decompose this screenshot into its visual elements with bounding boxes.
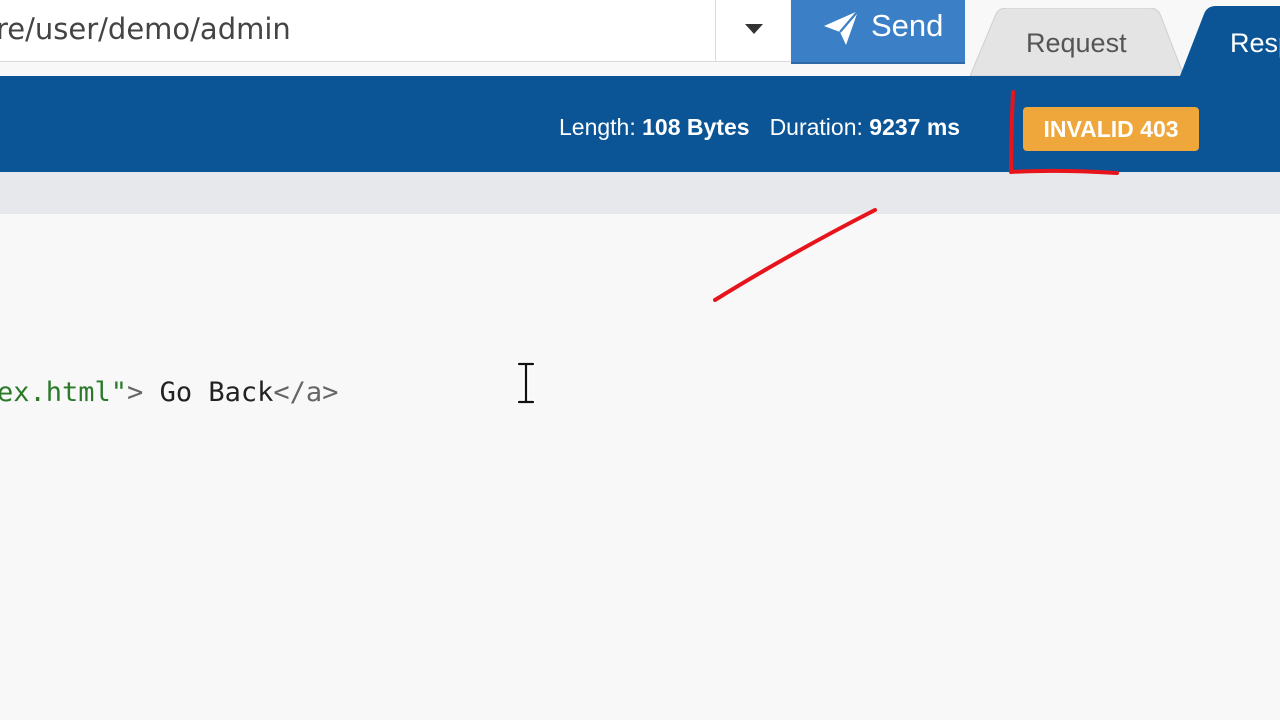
- status-badge: INVALID 403: [1023, 107, 1199, 151]
- paper-plane-icon: [824, 10, 859, 45]
- response-stats: Length: 108 Bytes Duration: 9237 ms: [559, 114, 960, 141]
- code-text: Go Back: [143, 377, 274, 408]
- code-tag-open: >: [127, 377, 144, 408]
- response-status-bar: Length: 108 Bytes Duration: 9237 ms INVAL…: [0, 76, 1280, 172]
- duration-label: Duration:: [769, 114, 863, 140]
- code-string: ex.html": [0, 377, 128, 408]
- response-sub-toolbar: [0, 172, 1280, 214]
- code-tag-close: </a>: [273, 377, 339, 408]
- tab-request[interactable]: Request: [970, 8, 1184, 76]
- tab-request-label: Request: [1026, 28, 1127, 58]
- url-input[interactable]: re/user/demo/admin: [0, 0, 790, 62]
- duration-value: 9237 ms: [869, 114, 961, 140]
- send-button[interactable]: Send: [791, 0, 965, 64]
- response-body[interactable]: ex.html"> Go Back</a>: [0, 214, 1280, 720]
- code-line: ex.html"> Go Back</a>: [0, 377, 338, 408]
- send-button-label: Send: [871, 8, 944, 43]
- tab-response[interactable]: Resp: [1180, 6, 1280, 76]
- text-cursor-icon: [516, 362, 536, 404]
- caret-down-icon: [745, 24, 763, 34]
- page: re/user/demo/admin Send Request Resp Len…: [0, 0, 1280, 720]
- length-value: 108 Bytes: [642, 114, 750, 140]
- length-label: Length:: [559, 114, 636, 140]
- url-history-dropdown-button[interactable]: [716, 0, 790, 61]
- url-text[interactable]: re/user/demo/admin: [0, 12, 291, 46]
- tab-response-label: Resp: [1230, 28, 1280, 58]
